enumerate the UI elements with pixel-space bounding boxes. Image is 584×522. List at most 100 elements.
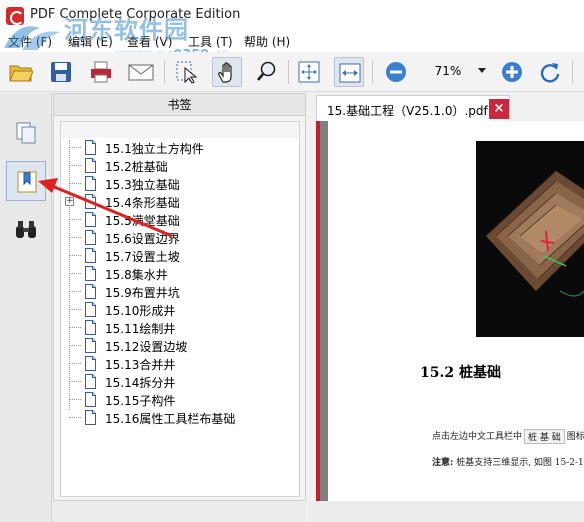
watermark-logo-icon	[4, 26, 60, 50]
document-icon	[85, 320, 96, 335]
open-folder-icon[interactable]	[6, 57, 36, 87]
document-icon	[85, 194, 96, 209]
tree-header-row	[61, 122, 299, 138]
document-icon	[85, 284, 96, 299]
document-icon	[85, 410, 96, 425]
bookmark-item[interactable]: 15.10形成井	[61, 301, 299, 319]
fit-width-icon[interactable]	[334, 57, 364, 87]
bookmark-label: 15.9布置井坑	[105, 286, 180, 300]
document-tab-label: 15.基础工程（V25.1.0）.pdf	[327, 104, 488, 118]
bookmark-label: 15.2桩基础	[105, 160, 168, 174]
tree-connector	[69, 183, 81, 184]
sidebar-strip	[0, 93, 52, 522]
toolbar-separator	[288, 60, 289, 84]
document-icon	[85, 140, 96, 155]
tree-connector	[69, 255, 81, 256]
tree-connector	[69, 417, 81, 418]
bookmark-item[interactable]: 15.3独立基础	[61, 175, 299, 193]
bookmark-label: 15.12设置边坡	[105, 340, 188, 354]
bookmark-item[interactable]: 15.12设置边坡	[61, 337, 299, 355]
menu-help[interactable]: 帮助 (H)	[244, 33, 290, 50]
search-magnifier-icon[interactable]	[252, 57, 282, 87]
bookmarks-tree: 15.1独立土方构件 15.2桩基础 15.3独立基础 +15.4条形基础 15.5满堂…	[60, 121, 300, 497]
save-icon[interactable]	[46, 57, 76, 87]
tree-connector	[69, 273, 81, 274]
email-icon[interactable]	[125, 57, 155, 87]
bookmark-label: 15.6设置边界	[105, 232, 180, 246]
fit-page-icon[interactable]	[294, 57, 324, 87]
bookmark-item[interactable]: 15.2桩基础	[61, 157, 299, 175]
print-icon[interactable]	[86, 57, 116, 87]
bookmark-label: 15.16属性工具栏布基础	[105, 412, 236, 426]
bookmark-label: 15.7设置土坡	[105, 250, 180, 264]
bookmark-item[interactable]: 15.5满堂基础	[61, 211, 299, 229]
tree-connector	[69, 165, 81, 166]
bookmark-item[interactable]: 15.1独立土方构件	[61, 139, 299, 157]
bookmark-item[interactable]: 15.6设置边界	[61, 229, 299, 247]
document-icon	[85, 392, 96, 407]
tree-connector	[69, 345, 81, 346]
bookmarks-header: 书签	[54, 94, 305, 116]
select-cursor-icon[interactable]	[172, 57, 202, 87]
pages-icon[interactable]	[6, 113, 46, 153]
toolbar-separator	[372, 60, 373, 84]
rotate-icon[interactable]	[535, 57, 565, 87]
document-icon	[85, 338, 96, 353]
expand-toggle-icon[interactable]: +	[65, 197, 74, 206]
zoom-out-icon[interactable]	[381, 57, 411, 87]
bookmark-label: 15.10形成井	[105, 304, 176, 318]
tree-connector	[69, 363, 81, 364]
bookmark-item[interactable]: 15.14拆分井	[61, 373, 299, 391]
page-text-suffix: 图标,	[566, 432, 584, 442]
bookmarks-icon[interactable]	[6, 161, 46, 201]
page-text-line: 点击左边中文工具栏中桩 基 础图标,	[432, 429, 584, 444]
bookmark-label: 15.14拆分井	[105, 376, 176, 390]
document-icon	[85, 248, 96, 263]
zoom-level[interactable]: 71%	[420, 64, 476, 78]
tree-connector	[69, 291, 81, 292]
document-area: 15.基础工程（V25.1.0）.pdf × 15.2 桩基础 点击左边中文工具…	[308, 93, 584, 522]
hand-tool-icon[interactable]	[212, 57, 242, 87]
page-heading: 15.2 桩基础	[420, 365, 501, 381]
toolbar-separator	[572, 60, 573, 84]
document-icon	[85, 212, 96, 227]
document-viewport[interactable]: 15.2 桩基础 点击左边中文工具栏中桩 基 础图标, 注意: 桩基支持三维显示…	[316, 121, 584, 501]
tree-connector	[69, 399, 81, 400]
bookmark-label: 15.3独立基础	[105, 178, 180, 192]
bookmark-item[interactable]: 15.16属性工具栏布基础	[61, 409, 299, 427]
tree-connector	[69, 309, 81, 310]
bookmark-item[interactable]: 15.13合并井	[61, 355, 299, 373]
document-icon	[85, 374, 96, 389]
bookmark-item[interactable]: 15.9布置井坑	[61, 283, 299, 301]
bookmarks-horizontal-scrollbar[interactable]	[53, 501, 306, 522]
tree-connector	[69, 219, 81, 220]
bookmark-item[interactable]: 15.11绘制井	[61, 319, 299, 337]
bookmark-item[interactable]: 15.8集水井	[61, 265, 299, 283]
bookmark-item[interactable]: +15.4条形基础	[61, 193, 299, 211]
document-icon	[85, 266, 96, 281]
bookmark-label: 15.8集水井	[105, 268, 168, 282]
pdf-page: 15.2 桩基础 点击左边中文工具栏中桩 基 础图标, 注意: 桩基支持三维显示…	[328, 121, 584, 501]
document-icon	[85, 302, 96, 317]
toolbar	[0, 52, 584, 92]
tree-connector	[69, 327, 81, 328]
document-icon	[85, 230, 96, 245]
tab-close-icon[interactable]: ×	[489, 99, 509, 119]
tree-connector	[69, 147, 81, 148]
note-text: 桩基支持三维显示, 如图 15-2-1。	[456, 458, 584, 468]
page-text-prefix: 点击左边中文工具栏中	[432, 432, 523, 442]
zoom-dropdown-chevron-icon[interactable]	[478, 68, 486, 73]
bookmark-label: 15.4条形基础	[105, 196, 180, 210]
bookmark-item[interactable]: 15.15子构件	[61, 391, 299, 409]
binoculars-icon[interactable]	[6, 209, 46, 249]
document-tab[interactable]: 15.基础工程（V25.1.0）.pdf ×	[316, 95, 510, 121]
bookmark-item[interactable]: 15.7设置土坡	[61, 247, 299, 265]
document-border	[316, 121, 320, 501]
watermark-text: 河东软件园	[64, 15, 189, 44]
zoom-in-icon[interactable]	[497, 57, 527, 87]
status-bar	[308, 501, 584, 522]
3d-model-image	[476, 141, 584, 337]
document-icon	[85, 176, 96, 191]
bookmark-label: 15.11绘制井	[105, 322, 176, 336]
bookmark-label: 15.1独立土方构件	[105, 142, 204, 156]
